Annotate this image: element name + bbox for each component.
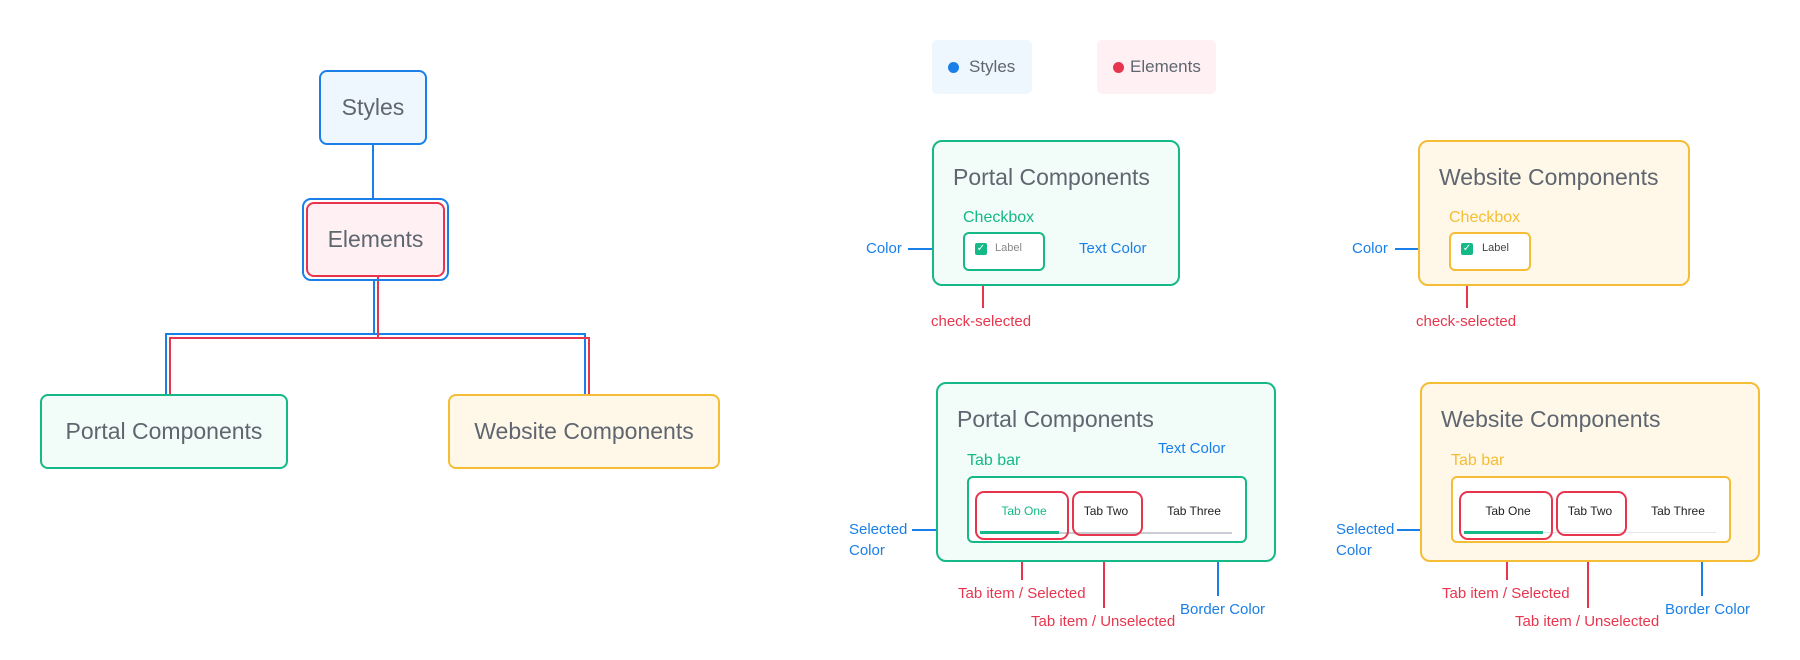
component-label: Tab bar — [967, 452, 1021, 469]
component-label: Tab bar — [1451, 452, 1505, 469]
annotation-selected-color: Selected Color — [849, 520, 907, 561]
checkbox-label: Label — [995, 242, 1022, 254]
website-checkbox-card: Website Components Checkbox ✓ Label — [1418, 140, 1690, 286]
annotation-tab-unselected: Tab item / Unselected — [1515, 613, 1660, 630]
checkbox-sample: ✓ Label — [1449, 232, 1531, 271]
card-title: Website Components — [1439, 164, 1659, 190]
legend-item-elements: Elements — [1097, 40, 1216, 94]
annotation-text-color: Text Color — [1079, 240, 1147, 257]
annotation-line-1: Selected — [849, 521, 908, 538]
annotation-line-1: Selected — [1336, 521, 1395, 538]
elements-node-label: Elements — [327, 226, 424, 252]
website-tabbar-card: Website Components Tab bar Tab One Tab T… — [1420, 382, 1760, 562]
checkbox-sample: ✓ Label — [963, 232, 1045, 271]
checkbox[interactable]: ✓ — [1461, 243, 1473, 255]
tab-bar: Tab One Tab Two Tab Three — [1451, 476, 1731, 543]
annotation-selected-color: Selected Color — [1336, 520, 1394, 561]
elements-branch-line — [378, 337, 590, 394]
card-title: Portal Components — [957, 406, 1154, 432]
styles-node-label: Styles — [341, 94, 405, 120]
styles-node: Styles — [319, 70, 427, 145]
component-label: Checkbox — [1449, 209, 1521, 226]
tab-three[interactable]: Tab Three — [1638, 504, 1718, 518]
annotation-color: Color — [866, 240, 902, 257]
legend-dot-icon — [1113, 61, 1124, 73]
checkbox-label: Label — [1482, 242, 1509, 254]
annotation-tab-selected: Tab item / Selected — [958, 585, 1086, 602]
tab-bar: Tab One Tab Two Tab Three — [967, 476, 1247, 543]
checkbox[interactable]: ✓ — [975, 243, 987, 255]
annotation-line-2: Color — [1336, 542, 1372, 559]
portal-checkbox-card: Portal Components Checkbox ✓ Label — [932, 140, 1180, 286]
annotation-check-selected: check-selected — [931, 313, 1032, 330]
card-title: Website Components — [1441, 406, 1661, 432]
portal-tabbar-card: Portal Components Tab bar Tab One Tab Tw… — [936, 382, 1276, 562]
component-label: Checkbox — [963, 209, 1035, 226]
styles-branch-line — [374, 333, 586, 394]
annotation-border-color: Border Color — [1665, 601, 1751, 618]
portal-components-node-label: Portal Components — [65, 418, 263, 444]
annotation-tab-unselected: Tab item / Unselected — [1031, 613, 1176, 630]
legend-dot-icon — [948, 61, 959, 73]
annotation-color: Color — [1352, 240, 1388, 257]
annotation-border-color: Border Color — [1180, 601, 1266, 618]
annotation-tab-selected: Tab item / Selected — [1442, 585, 1570, 602]
legend-label: Elements — [1130, 57, 1201, 76]
annotation-check-selected: check-selected — [1416, 313, 1517, 330]
tab-selected-highlight — [975, 491, 1069, 540]
website-components-node-label: Website Components — [474, 418, 694, 444]
legend-label: Styles — [969, 57, 1016, 76]
elements-branch-line — [169, 277, 379, 394]
tab-selected-highlight — [1459, 491, 1553, 540]
annotation-text-color: Text Color — [1158, 440, 1226, 457]
legend-item-styles: Styles — [932, 40, 1032, 94]
tab-unselected-highlight — [1556, 491, 1627, 536]
tab-three[interactable]: Tab Three — [1154, 504, 1234, 518]
tab-unselected-highlight — [1072, 491, 1143, 536]
annotation-line-2: Color — [849, 542, 885, 559]
card-title: Portal Components — [953, 164, 1150, 190]
portal-components-node: Portal Components — [40, 394, 288, 469]
elements-node: Elements — [306, 202, 445, 277]
website-components-node: Website Components — [448, 394, 720, 469]
